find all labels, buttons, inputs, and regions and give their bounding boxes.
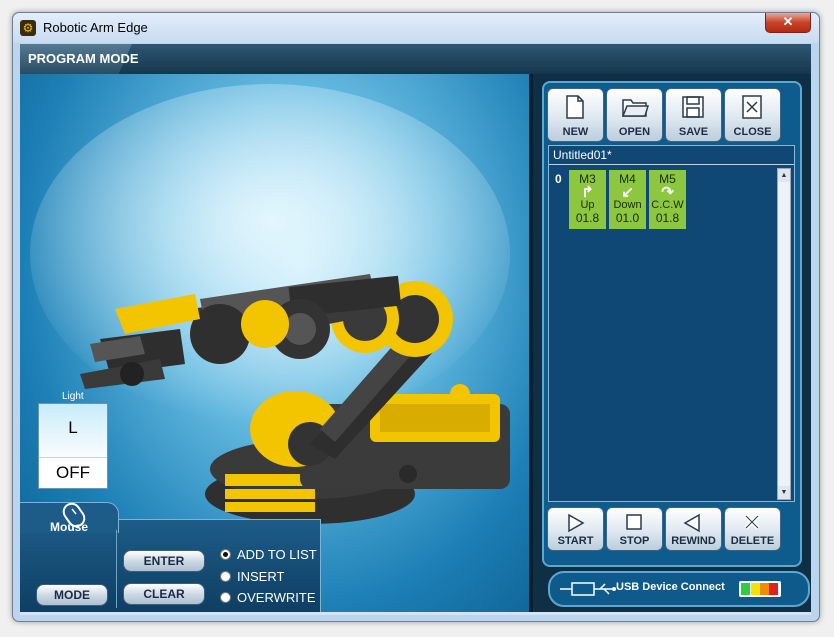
step-time: 01.0 xyxy=(615,211,640,225)
rewind-label: REWIND xyxy=(671,535,716,547)
panel-divider xyxy=(116,530,117,608)
mouse-label: Mouse xyxy=(50,520,89,534)
battery-level-icon xyxy=(739,581,781,597)
open-button[interactable]: OPEN xyxy=(606,88,663,142)
step-direction: Down xyxy=(613,199,642,211)
open-folder-icon xyxy=(621,99,649,117)
light-state: OFF xyxy=(39,457,107,488)
save-disk-icon xyxy=(682,96,704,118)
mouse-tab: Mouse xyxy=(20,502,119,534)
new-label: NEW xyxy=(562,126,589,138)
battery-cell xyxy=(760,583,769,595)
start-label: START xyxy=(557,535,594,547)
step-direction: C.C.W xyxy=(651,199,684,211)
radio-overwrite[interactable]: OVERWRITE xyxy=(220,590,316,605)
robotic-arm-app-icon: ⚙ xyxy=(20,20,36,36)
close-label: CLOSE xyxy=(733,126,772,138)
start-button[interactable]: START xyxy=(547,507,604,551)
radio-add-to-list[interactable]: ADD TO LIST xyxy=(220,547,317,562)
enter-button[interactable]: ENTER xyxy=(123,550,205,572)
battery-cell xyxy=(769,583,778,595)
delete-x-icon xyxy=(744,514,760,530)
radio-dot[interactable] xyxy=(220,571,231,583)
open-label: OPEN xyxy=(618,126,651,138)
clear-button[interactable]: CLEAR xyxy=(123,583,205,605)
window-status-strip xyxy=(20,612,811,615)
up-arrow-icon: ↱ xyxy=(581,184,594,201)
program-frame: NEW OPEN SAVE CLOSE Untitled01* 0 M3 ↱ U… xyxy=(542,81,802,567)
stop-button[interactable]: STOP xyxy=(606,507,663,551)
scroll-down-icon[interactable]: ▼ xyxy=(778,486,790,499)
row-index: 0 xyxy=(555,172,562,186)
light-label: Light xyxy=(62,391,84,402)
save-label: SAVE xyxy=(678,126,709,138)
app-window: ⚙ Robotic Arm Edge ✕ PROGRAM MODE Light … xyxy=(12,12,820,622)
down-arrow-icon: ↙ xyxy=(621,184,634,201)
scroll-up-icon[interactable]: ▲ xyxy=(778,169,790,182)
light-key: L xyxy=(68,418,78,437)
new-button[interactable]: NEW xyxy=(547,88,604,142)
new-file-icon xyxy=(566,95,584,119)
radio-label: ADD TO LIST xyxy=(237,547,317,562)
radio-label: OVERWRITE xyxy=(237,590,316,605)
usb-status-bar: USB Device Connect xyxy=(548,571,810,607)
program-step[interactable]: M4 ↙ Down 01.0 xyxy=(609,170,646,229)
mode-label: PROGRAM MODE xyxy=(28,51,139,66)
play-icon xyxy=(568,513,585,533)
title-underline xyxy=(549,164,794,165)
program-step[interactable]: M5 ↷ C.C.W 01.8 xyxy=(649,170,686,229)
rewind-icon xyxy=(683,513,700,533)
mode-header: PROGRAM MODE xyxy=(20,44,811,74)
usb-label: USB Device Connect xyxy=(616,581,725,593)
stop-label: STOP xyxy=(619,535,650,547)
mouse-mode-button[interactable]: MODE xyxy=(36,584,108,606)
window-title: Robotic Arm Edge xyxy=(43,20,148,35)
control-panel: Mouse MODE ENTER CLEAR ADD TO LIST INSER… xyxy=(20,502,321,612)
stop-icon xyxy=(626,514,642,530)
delete-label: DELETE xyxy=(730,535,775,547)
rewind-button[interactable]: REWIND xyxy=(665,507,722,551)
program-panel: NEW OPEN SAVE CLOSE Untitled01* 0 M3 ↱ U… xyxy=(533,74,811,612)
program-step[interactable]: M3 ↱ Up 01.8 xyxy=(569,170,606,229)
light-toggle[interactable]: L OFF xyxy=(38,403,108,489)
usb-icon xyxy=(560,582,616,596)
delete-button[interactable]: DELETE xyxy=(724,507,781,551)
rotate-ccw-arrow-icon: ↷ xyxy=(661,184,674,201)
window-close-button[interactable]: ✕ xyxy=(765,13,811,33)
radio-insert[interactable]: INSERT xyxy=(220,569,284,584)
app-content: PROGRAM MODE Light L OFF Mouse MODE ENTE… xyxy=(20,44,811,612)
battery-cell xyxy=(741,583,750,595)
program-scrollbar[interactable]: ▲ ▼ xyxy=(777,168,791,500)
save-button[interactable]: SAVE xyxy=(665,88,722,142)
radio-label: INSERT xyxy=(237,569,285,584)
radio-dot[interactable] xyxy=(220,592,231,604)
battery-cell xyxy=(751,583,760,595)
radio-dot-checked[interactable] xyxy=(220,549,231,561)
program-title: Untitled01* xyxy=(553,148,612,162)
step-direction: Up xyxy=(580,199,595,211)
title-bar: ⚙ Robotic Arm Edge ✕ xyxy=(13,13,819,43)
close-button[interactable]: CLOSE xyxy=(724,88,781,142)
step-time: 01.8 xyxy=(655,211,680,225)
program-list[interactable]: Untitled01* 0 M3 ↱ Up 01.8 M4 ↙ Down 01.… xyxy=(548,145,795,502)
step-time: 01.8 xyxy=(575,211,600,225)
close-box-icon xyxy=(742,95,762,119)
